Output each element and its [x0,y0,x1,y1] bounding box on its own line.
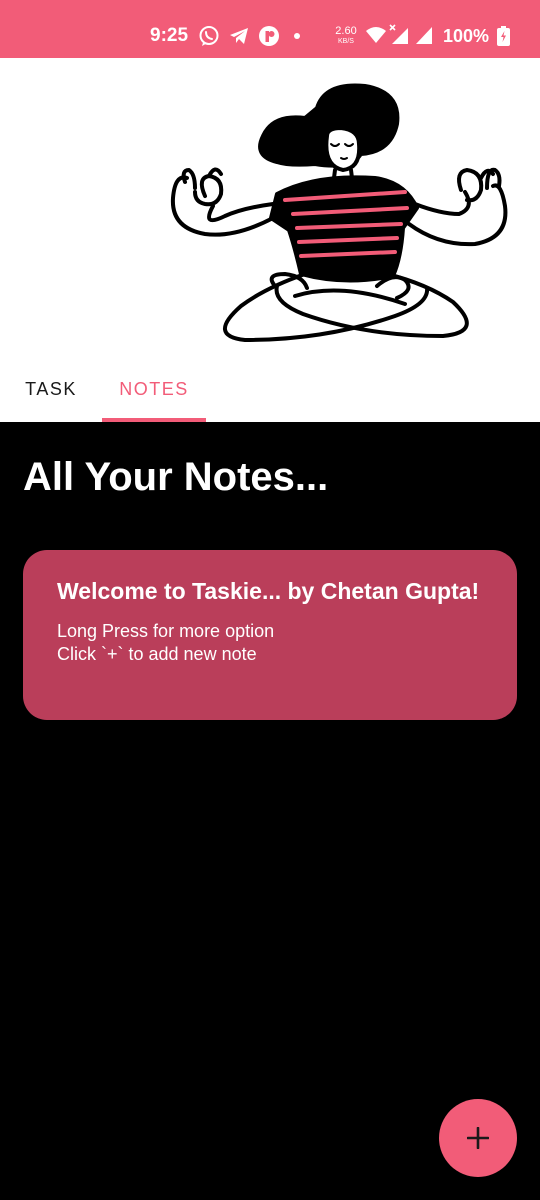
page-title: All Your Notes... [23,455,329,499]
wifi-icon [366,27,386,43]
tab-selected-indicator [102,418,206,422]
tab-task[interactable]: TASK [0,368,102,418]
plus-icon [467,1127,489,1149]
meditating-woman-illustration [170,83,508,342]
status-bar: 9:25 2.60 KB/S 100% [0,0,540,58]
note-title: Welcome to Taskie... by Chetan Gupta! [57,578,480,604]
status-time: 9:25 [150,25,189,46]
battery-percentage: 100% [443,26,490,46]
battery-charging-icon [497,26,510,46]
network-speed: 2.60 KB/S [333,25,359,46]
app-notification-icon [259,26,279,46]
header-panel: TASK NOTES [0,58,540,422]
note-body: Long Press for more option Click `+` to … [57,621,275,664]
add-note-button[interactable] [439,1099,517,1177]
telegram-icon [230,28,248,44]
dot-icon [294,33,300,39]
whatsapp-icon [199,26,219,46]
cellular-signal-icon [416,27,432,44]
note-card[interactable]: Welcome to Taskie... by Chetan Gupta! Lo… [23,550,517,720]
network-speed-value: 2.60 [335,25,357,37]
network-speed-unit: KB/S [338,38,354,45]
cellular-signal-x-icon [389,24,408,44]
tab-notes[interactable]: NOTES [102,368,206,418]
